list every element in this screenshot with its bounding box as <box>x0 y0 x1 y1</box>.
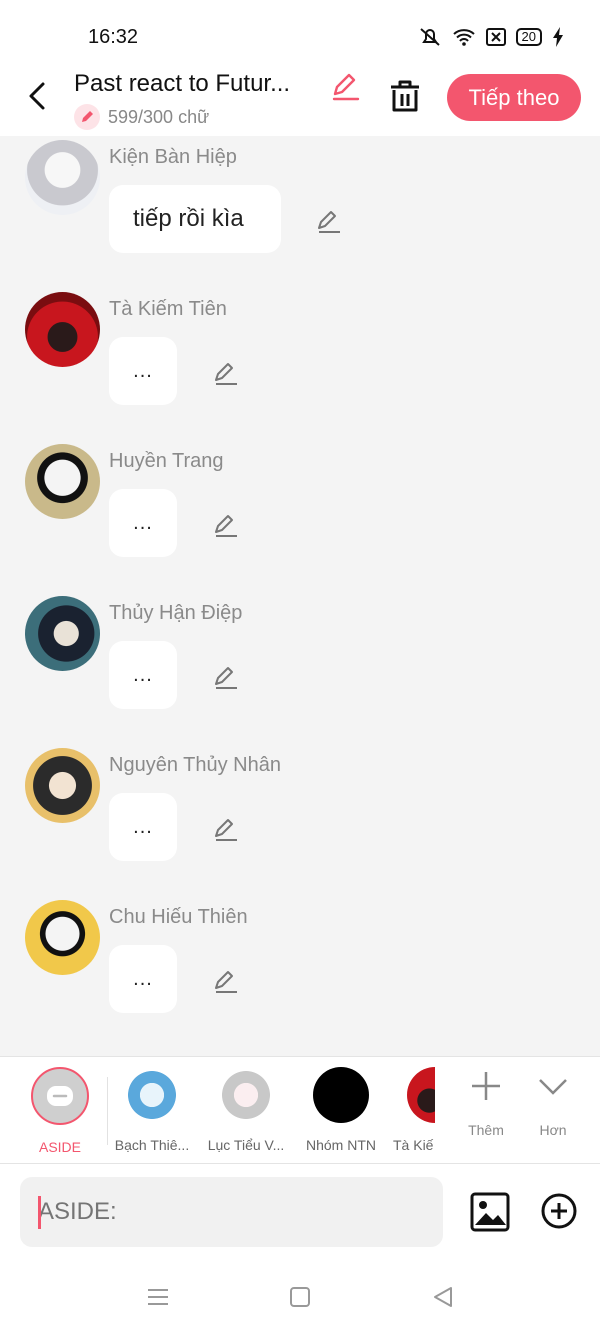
character-label: Bạch Thiê... <box>114 1137 190 1153</box>
character-label: Nhóm NTN <box>305 1137 376 1153</box>
composer <box>0 1164 600 1264</box>
character-item[interactable]: Tà Kiế <box>393 1067 435 1153</box>
avatar[interactable] <box>25 292 100 367</box>
back-arrow-icon <box>29 82 45 110</box>
divider <box>107 1077 108 1145</box>
add-character-button[interactable]: Thêm <box>458 1069 514 1138</box>
plus-circle-icon[interactable] <box>540 1192 578 1230</box>
character-label: ASIDE <box>38 1139 81 1155</box>
status-time: 16:32 <box>88 26 139 48</box>
avatar[interactable] <box>25 900 100 975</box>
more-button[interactable]: Hơn <box>525 1069 581 1138</box>
charging-icon <box>553 27 563 47</box>
word-count-text: 599/300 chữ <box>108 106 210 127</box>
speaker-name: Thủy Hận Điệp <box>109 602 243 624</box>
avatar[interactable] <box>25 444 100 519</box>
sim-x-icon <box>485 28 506 46</box>
status-icons: 20 <box>418 26 564 48</box>
list-item: Chu Hiếu Thiên ... <box>0 900 600 1052</box>
speaker-name: Kiện Bàn Hiệp <box>109 146 237 168</box>
edit-icon[interactable] <box>212 967 240 995</box>
trash-icon[interactable] <box>388 78 422 114</box>
story-title: Past react to Futur... <box>74 70 291 97</box>
mute-icon <box>419 28 440 46</box>
header: Past react to Futur... 599/300 chữ Tiếp … <box>0 68 600 136</box>
speaker-name: Huyền Trang <box>109 450 224 472</box>
word-count: 599/300 chữ <box>74 104 209 130</box>
back-button[interactable] <box>22 78 52 114</box>
status-bar: 16:32 20 <box>0 0 600 68</box>
avatar[interactable] <box>25 596 100 671</box>
list-item: Huyền Trang ... <box>0 444 600 596</box>
aside-chat-icon <box>31 1067 89 1125</box>
character-item[interactable]: Lục Tiểu V... <box>205 1067 287 1153</box>
message-bubble[interactable]: ... <box>109 489 177 557</box>
character-avatar <box>218 1067 274 1123</box>
speaker-name: Chu Hiếu Thiên <box>109 906 248 928</box>
next-button[interactable]: Tiếp theo <box>447 74 581 121</box>
character-avatar <box>124 1067 180 1123</box>
message-bubble[interactable]: ... <box>109 337 177 405</box>
list-item: Tà Kiếm Tiên ... <box>0 292 600 444</box>
edit-icon[interactable] <box>212 663 240 691</box>
character-avatar <box>313 1067 369 1123</box>
plus-icon <box>472 1072 500 1100</box>
speaker-name: Nguyên Thủy Nhân <box>109 754 281 776</box>
avatar[interactable] <box>25 140 100 215</box>
add-label: Thêm <box>468 1122 504 1138</box>
chat-list[interactable]: Kiện Bàn Hiệp tiếp rồi kìa Tà Kiếm Tiên … <box>0 136 600 1056</box>
edit-icon[interactable] <box>212 359 240 387</box>
menu-icon[interactable] <box>145 1284 171 1310</box>
character-aside[interactable]: ASIDE <box>30 1067 90 1155</box>
battery-indicator: 20 <box>515 28 542 46</box>
character-avatar <box>407 1067 435 1123</box>
list-item: Thủy Hận Điệp ... <box>0 596 600 748</box>
edit-icon[interactable] <box>315 207 343 235</box>
list-item: Nguyên Thủy Nhân ... <box>0 748 600 900</box>
chevron-down-icon <box>539 1079 567 1095</box>
pencil-icon <box>74 104 100 130</box>
text-caret <box>38 1196 41 1229</box>
home-square-icon[interactable] <box>287 1284 313 1310</box>
avatar[interactable] <box>25 748 100 823</box>
speaker-name: Tà Kiếm Tiên <box>109 298 227 320</box>
character-item[interactable]: Nhóm NTN <box>300 1067 382 1153</box>
character-label: Tà Kiế <box>393 1137 434 1153</box>
system-nav-bar <box>0 1264 600 1333</box>
message-bubble[interactable]: tiếp rồi kìa <box>109 185 281 253</box>
message-input[interactable] <box>20 1177 443 1247</box>
character-bar: ASIDE Bạch Thiê... Lục Tiểu V... Nhóm NT… <box>0 1056 600 1164</box>
character-item[interactable]: Bạch Thiê... <box>112 1067 192 1153</box>
list-item: Kiện Bàn Hiệp tiếp rồi kìa <box>0 140 600 292</box>
message-bubble[interactable]: ... <box>109 641 177 709</box>
back-triangle-icon[interactable] <box>430 1284 456 1310</box>
message-bubble[interactable]: ... <box>109 945 177 1013</box>
edit-icon[interactable] <box>212 511 240 539</box>
edit-icon[interactable] <box>212 815 240 843</box>
message-bubble[interactable]: ... <box>109 793 177 861</box>
wifi-icon <box>452 29 475 46</box>
edit-title-icon[interactable] <box>330 70 362 102</box>
character-label: Lục Tiểu V... <box>207 1137 285 1153</box>
image-icon[interactable] <box>470 1192 510 1232</box>
more-label: Hơn <box>539 1122 567 1138</box>
